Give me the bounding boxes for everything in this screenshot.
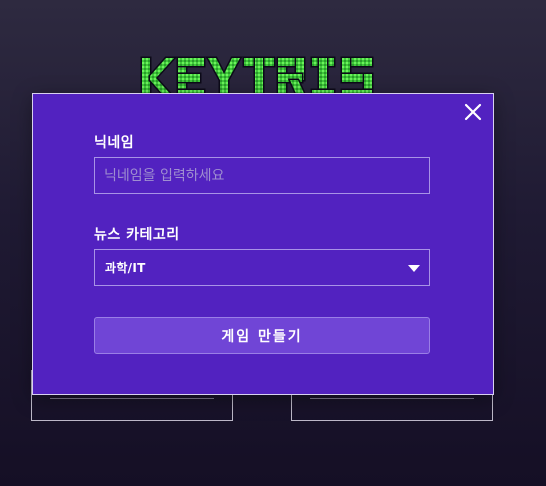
create-game-modal: 닉네임 뉴스 카테고리 과학/IT 게임 만들기 [32,93,494,395]
create-game-button[interactable]: 게임 만들기 [94,317,430,354]
background-button-left-inner [50,398,214,399]
news-category-selected-value: 과학/IT [105,261,146,275]
close-icon[interactable] [463,102,483,122]
chevron-down-icon [408,265,420,272]
news-category-select[interactable]: 과학/IT [94,249,430,286]
nickname-input[interactable] [94,157,430,194]
news-category-label: 뉴스 카테고리 [94,227,180,243]
nickname-label: 닉네임 [94,135,135,151]
background-button-right-inner [310,398,474,399]
